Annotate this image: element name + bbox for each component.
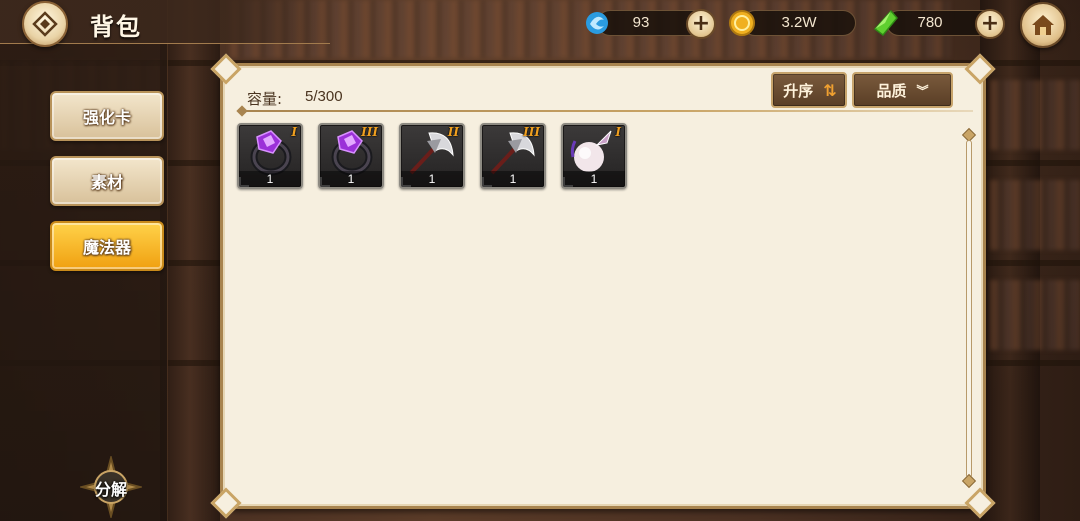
item-count: 1 [563, 171, 625, 187]
item-tier: I [291, 125, 297, 139]
capacity-label: 容量: [247, 90, 283, 108]
scroll-track[interactable] [966, 140, 972, 478]
decompose-label: 分解 [94, 480, 127, 499]
tab-magic-items[interactable]: 魔法器 [50, 221, 164, 271]
page-title: 背包 [90, 12, 142, 41]
inventory-item-axe[interactable]: III 1 [480, 123, 546, 189]
item-tier: II [447, 125, 459, 139]
item-tier: I [615, 125, 621, 139]
currency-green-value: 780 [917, 14, 943, 31]
inventory-item-ring[interactable]: III 1 [318, 123, 384, 189]
decompose-button[interactable]: 分解 [78, 454, 144, 520]
sort-button[interactable]: 升序 ⇅ [771, 72, 847, 108]
inventory-item-axe[interactable]: II 1 [399, 123, 465, 189]
diamond-back-icon [32, 11, 58, 37]
inventory-item-ring[interactable]: I 1 [237, 123, 303, 189]
item-tier: III [361, 125, 378, 139]
item-count: 1 [239, 171, 301, 187]
header-divider [241, 110, 973, 112]
inventory-item-pendant[interactable]: I 1 [561, 123, 627, 189]
scrollbar[interactable] [961, 127, 977, 489]
back-button[interactable] [22, 1, 68, 47]
item-count: 1 [320, 171, 382, 187]
inventory-panel: 容量: 5/300 升序 ⇅ 品质 ︾ I 1 III 1 II 1 III 1… [210, 53, 996, 519]
tab-materials[interactable]: 素材 [50, 156, 164, 206]
home-button[interactable] [1020, 2, 1066, 48]
item-count: 1 [482, 171, 544, 187]
currency-gold-value: 3.2W [781, 14, 817, 31]
currency-green: 780 + [873, 9, 1005, 39]
home-icon [1032, 15, 1054, 35]
item-count: 1 [401, 171, 463, 187]
filter-label: 品质 [876, 81, 907, 100]
currency-gold: 3.2W [729, 10, 856, 36]
currency-blue: 93 + [586, 9, 716, 39]
add-green-button[interactable]: + [975, 9, 1005, 39]
capacity-value: 5/300 [305, 88, 343, 105]
sort-label: 升序 [783, 81, 814, 100]
tab-enhance-card[interactable]: 强化卡 [50, 91, 164, 141]
scroll-bottom-cap [961, 473, 977, 489]
divider-ornament [236, 105, 248, 117]
add-blue-button[interactable]: + [686, 9, 716, 39]
item-tier: III [523, 125, 540, 139]
purple-ring-icon [250, 130, 292, 176]
quality-filter-dropdown[interactable]: 品质 ︾ [852, 72, 953, 108]
pearl-pendant-icon [570, 130, 612, 172]
sort-arrows-icon: ⇅ [823, 80, 836, 100]
currency-blue-value: 93 [632, 14, 650, 31]
chevron-down-icon: ︾ [916, 83, 929, 98]
